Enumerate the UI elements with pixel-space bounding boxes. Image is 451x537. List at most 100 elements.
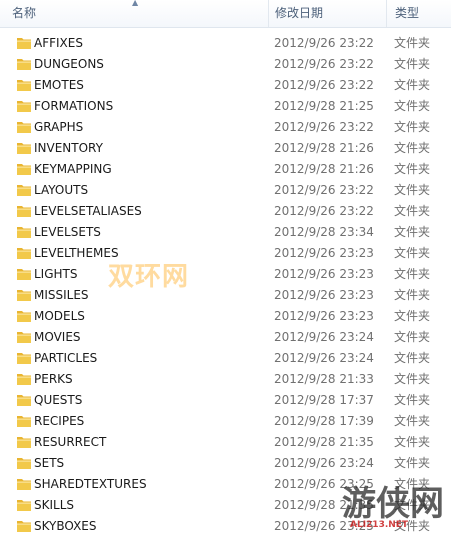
file-name: INVENTORY [34,141,103,155]
file-modified-date: 2012/9/26 23:22 [274,120,374,134]
file-row[interactable]: EMOTES 2012/9/26 23:22 文件夹 [0,75,451,96]
site-logo: 游侠网 ALI213.NET [330,476,451,537]
file-type: 文件夹 [394,351,431,365]
folder-icon [17,353,31,364]
file-row[interactable]: LAYOUTS 2012/9/26 23:22 文件夹 [0,180,451,201]
file-type: 文件夹 [394,288,431,302]
file-name: MISSILES [34,288,89,302]
folder-icon [17,248,31,259]
folder-icon [17,374,31,385]
file-row[interactable]: LEVELTHEMES 2012/9/26 23:23 文件夹 [0,243,451,264]
file-row[interactable]: KEYMAPPING 2012/9/28 21:26 文件夹 [0,159,451,180]
file-name: PERKS [34,372,73,386]
file-name: LAYOUTS [34,183,89,197]
file-modified-date: 2012/9/28 21:26 [274,141,374,155]
file-row[interactable]: PERKS 2012/9/28 21:33 文件夹 [0,369,451,390]
file-row[interactable]: LEVELSETALIASES 2012/9/26 23:22 文件夹 [0,201,451,222]
folder-icon [17,521,31,532]
file-type: 文件夹 [394,99,431,113]
file-modified-date: 2012/9/26 23:22 [274,78,374,92]
folder-icon [17,101,31,112]
file-row[interactable]: FORMATIONS 2012/9/28 21:25 文件夹 [0,96,451,117]
logo-text: 游侠网 [342,484,444,524]
file-type: 文件夹 [394,57,431,71]
folder-icon [17,59,31,70]
folder-icon [17,416,31,427]
file-modified-date: 2012/9/28 23:34 [274,225,374,239]
file-name: LEVELTHEMES [34,246,119,260]
file-type: 文件夹 [394,393,431,407]
file-modified-date: 2012/9/28 17:37 [274,393,374,407]
file-row[interactable]: MODELS 2012/9/26 23:23 文件夹 [0,306,451,327]
file-name: AFFIXES [34,36,83,50]
folder-icon [17,38,31,49]
file-type: 文件夹 [394,246,431,260]
file-type: 文件夹 [394,267,431,281]
file-row[interactable]: AFFIXES 2012/9/26 23:22 文件夹 [0,33,451,54]
file-type: 文件夹 [394,372,431,386]
file-row[interactable]: LEVELSETS 2012/9/28 23:34 文件夹 [0,222,451,243]
file-name: LIGHTS [34,267,78,281]
folder-icon [17,80,31,91]
file-modified-date: 2012/9/28 17:39 [274,414,374,428]
file-type: 文件夹 [394,204,431,218]
file-row[interactable]: MOVIES 2012/9/26 23:24 文件夹 [0,327,451,348]
file-modified-date: 2012/9/26 23:23 [274,267,374,281]
column-header-date[interactable]: 修改日期 [268,0,386,27]
folder-icon [17,122,31,133]
file-modified-date: 2012/9/28 21:33 [274,372,374,386]
file-row[interactable]: PARTICLES 2012/9/26 23:24 文件夹 [0,348,451,369]
file-name: LEVELSETS [34,225,101,239]
watermark-text: 双环网 [108,262,190,292]
file-name: GRAPHS [34,120,84,134]
file-row[interactable]: QUESTS 2012/9/28 17:37 文件夹 [0,390,451,411]
file-modified-date: 2012/9/26 23:23 [274,246,374,260]
file-name: MOVIES [34,330,81,344]
file-name: KEYMAPPING [34,162,112,176]
file-name: SKILLS [34,498,75,512]
file-row[interactable]: GRAPHS 2012/9/26 23:22 文件夹 [0,117,451,138]
file-type: 文件夹 [394,162,431,176]
file-row[interactable]: MISSILES 2012/9/26 23:23 文件夹 [0,285,451,306]
file-modified-date: 2012/9/28 21:26 [274,162,374,176]
file-modified-date: 2012/9/28 21:25 [274,99,374,113]
file-type: 文件夹 [394,225,431,239]
file-name: RESURRECT [34,435,107,449]
file-name: DUNGEONS [34,57,104,71]
file-name: SKYBOXES [34,519,97,533]
file-list: AFFIXES 2012/9/26 23:22 文件夹 DUNGEONS 2012/9/… [0,33,451,537]
file-name: EMOTES [34,78,84,92]
folder-icon [17,185,31,196]
folder-icon [17,143,31,154]
file-row[interactable]: INVENTORY 2012/9/28 21:26 文件夹 [0,138,451,159]
file-name: MODELS [34,309,85,323]
folder-icon [17,332,31,343]
folder-icon [17,227,31,238]
file-modified-date: 2012/9/26 23:22 [274,36,374,50]
file-row[interactable]: RECIPES 2012/9/28 17:39 文件夹 [0,411,451,432]
file-name: SETS [34,456,65,470]
file-modified-date: 2012/9/26 23:23 [274,309,374,323]
file-type: 文件夹 [394,414,431,428]
file-row[interactable]: DUNGEONS 2012/9/26 23:22 文件夹 [0,54,451,75]
file-type: 文件夹 [394,141,431,155]
folder-icon [17,500,31,511]
file-row[interactable]: LIGHTS 2012/9/26 23:23 文件夹 [0,264,451,285]
file-modified-date: 2012/9/26 23:24 [274,351,374,365]
file-type: 文件夹 [394,435,431,449]
folder-icon [17,479,31,490]
sort-ascending-icon: ▲ [132,0,139,7]
file-name: QUESTS [34,393,83,407]
file-modified-date: 2012/9/26 23:23 [274,288,374,302]
file-type: 文件夹 [394,36,431,50]
file-row[interactable]: SETS 2012/9/26 23:24 文件夹 [0,453,451,474]
folder-icon [17,395,31,406]
file-row[interactable]: RESURRECT 2012/9/28 21:35 文件夹 [0,432,451,453]
folder-icon [17,206,31,217]
file-name: LEVELSETALIASES [34,204,142,218]
column-header-type[interactable]: 类型 [386,0,451,27]
folder-icon [17,458,31,469]
folder-icon [17,290,31,301]
file-modified-date: 2012/9/26 23:22 [274,183,374,197]
folder-icon [17,269,31,280]
